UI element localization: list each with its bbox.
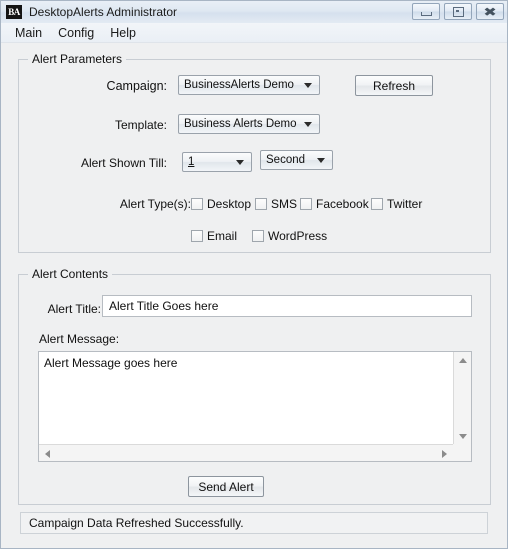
checkbox-twitter-box[interactable] [371, 198, 383, 210]
app-logo-icon: BA [6, 5, 22, 19]
send-alert-button[interactable]: Send Alert [188, 476, 264, 497]
scroll-up-icon[interactable] [459, 358, 467, 363]
checkbox-email-box[interactable] [191, 230, 203, 242]
alert-contents-legend: Alert Contents [28, 267, 113, 281]
alert-title-value: Alert Title Goes here [109, 299, 219, 313]
checkbox-desktop[interactable]: Desktop [191, 197, 251, 211]
checkbox-desktop-box[interactable] [191, 198, 203, 210]
vertical-scrollbar[interactable] [453, 352, 471, 445]
template-value: Business Alerts Demo [184, 118, 297, 130]
alert-duration-value: 1 [188, 156, 195, 168]
checkbox-wordpress-label: WordPress [268, 229, 328, 243]
window-title: DesktopAlerts Administrator [29, 5, 178, 19]
chevron-down-icon [304, 122, 312, 127]
title-bar: BA DesktopAlerts Administrator ✖ [1, 1, 507, 24]
minimize-icon [420, 11, 432, 16]
refresh-button[interactable]: Refresh [355, 75, 433, 96]
checkbox-sms-label: SMS [271, 197, 298, 211]
scroll-right-icon[interactable] [442, 450, 447, 458]
window-controls: ✖ [412, 3, 504, 20]
close-button[interactable]: ✖ [476, 3, 504, 20]
alert-duration-unit-dropdown[interactable]: Second [260, 150, 333, 170]
checkbox-wordpress-box[interactable] [252, 230, 264, 242]
scroll-left-icon[interactable] [45, 450, 50, 458]
restore-button[interactable] [444, 3, 472, 20]
campaign-value: BusinessAlerts Demo [184, 79, 294, 91]
menu-item-help[interactable]: Help [102, 24, 144, 42]
alert-message-value[interactable]: Alert Message goes here [39, 352, 453, 445]
checkbox-sms-box[interactable] [255, 198, 267, 210]
alert-duration-dropdown[interactable]: 1 [182, 152, 252, 172]
menu-item-main[interactable]: Main [7, 24, 50, 42]
chevron-down-icon [317, 158, 325, 163]
checkbox-email[interactable]: Email [191, 229, 237, 243]
alert-shown-till-label: Alert Shown Till: [80, 156, 167, 170]
alert-parameters-legend: Alert Parameters [28, 52, 127, 66]
minimize-button[interactable] [412, 3, 440, 20]
status-message: Campaign Data Refreshed Successfully. [29, 516, 244, 530]
template-dropdown[interactable]: Business Alerts Demo [178, 114, 320, 134]
checkbox-facebook-box[interactable] [300, 198, 312, 210]
alert-types-label: Alert Type(s): [119, 197, 191, 211]
checkbox-facebook-label: Facebook [316, 197, 369, 211]
campaign-label: Campaign: [106, 79, 167, 93]
scrollbar-corner [453, 444, 471, 461]
chevron-down-icon [236, 160, 244, 165]
alert-title-input[interactable]: Alert Title Goes here [102, 295, 472, 317]
checkbox-twitter-label: Twitter [387, 197, 423, 211]
alert-title-label: Alert Title: [47, 302, 101, 316]
status-bar: Campaign Data Refreshed Successfully. [20, 512, 488, 534]
close-icon: ✖ [483, 4, 497, 19]
checkbox-wordpress[interactable]: WordPress [252, 229, 327, 243]
menu-item-config[interactable]: Config [50, 24, 102, 42]
menu-bar: Main Config Help [1, 23, 507, 43]
alert-message-textarea[interactable]: Alert Message goes here [38, 351, 472, 462]
template-label: Template: [114, 118, 167, 132]
horizontal-scrollbar[interactable] [39, 444, 453, 461]
chevron-down-icon [304, 83, 312, 88]
checkbox-twitter[interactable]: Twitter [371, 197, 422, 211]
checkbox-sms[interactable]: SMS [255, 197, 297, 211]
checkbox-desktop-label: Desktop [207, 197, 252, 211]
alert-message-label: Alert Message: [39, 332, 120, 346]
scroll-down-icon[interactable] [459, 434, 467, 439]
restore-icon [452, 6, 464, 17]
alert-duration-unit-value: Second [266, 154, 306, 166]
application-window: BA DesktopAlerts Administrator ✖ Main Co… [0, 0, 508, 549]
checkbox-facebook[interactable]: Facebook [300, 197, 369, 211]
checkbox-email-label: Email [207, 229, 238, 243]
campaign-dropdown[interactable]: BusinessAlerts Demo [178, 75, 320, 95]
